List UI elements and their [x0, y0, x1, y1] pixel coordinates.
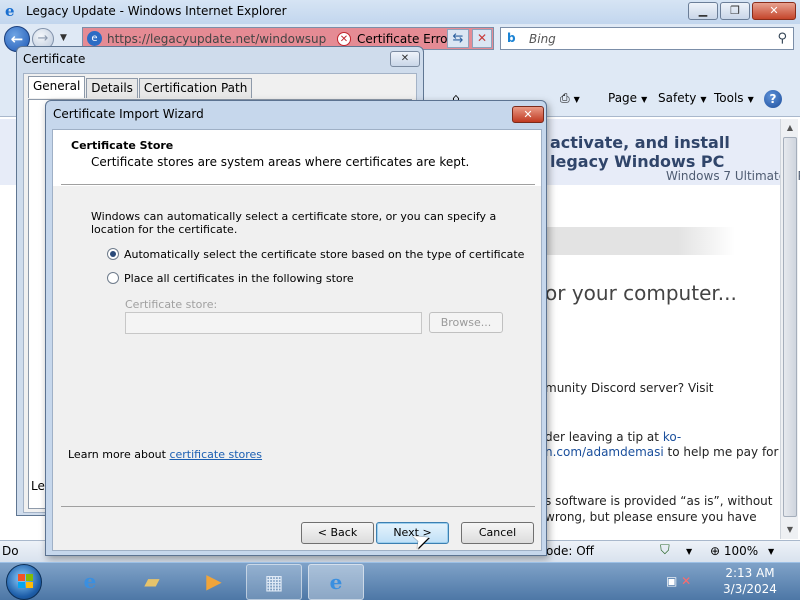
tip-text-suffix: to help me pay for: [663, 445, 779, 459]
search-input[interactable]: Bing: [529, 32, 556, 46]
wizard-close-button[interactable]: ✕: [512, 106, 544, 123]
taskbar-ie-active-icon[interactable]: e: [308, 564, 364, 600]
discord-text: munity Discord server? Visit: [545, 381, 714, 395]
learn-more-prefix: Learn more about: [68, 448, 170, 461]
chevron-down-icon: ▼: [747, 95, 754, 104]
vertical-scrollbar[interactable]: ▲ ▼: [780, 119, 798, 539]
zoom-value: 100%: [723, 544, 759, 558]
section-title: Certificate Store: [71, 139, 174, 152]
wizard-title: Certificate Import Wizard: [53, 107, 204, 121]
wizard-body: Certificate Store Certificate stores are…: [52, 129, 542, 551]
tip-text-line1: der leaving a tip at ko-: [545, 430, 681, 444]
windows-logo-icon: [18, 574, 33, 588]
tab-certification-path[interactable]: Certification Path: [138, 78, 253, 98]
radio-auto-select[interactable]: Automatically select the certificate sto…: [107, 248, 524, 261]
close-button[interactable]: ✕: [752, 2, 796, 20]
certificate-tabs: General Details Certification Path: [28, 76, 253, 100]
page-menu-label: Page: [608, 91, 638, 105]
tools-menu[interactable]: Tools ▼: [714, 91, 754, 105]
page-menu[interactable]: Page ▼: [608, 91, 647, 105]
minimize-button[interactable]: ▁: [688, 2, 718, 20]
certificate-import-wizard: Certificate Import Wizard ✕ Certificate …: [45, 100, 547, 556]
network-icon[interactable]: ▣: [666, 574, 677, 588]
radio-place-in-store[interactable]: Place all certificates in the following …: [107, 272, 354, 285]
cancel-button[interactable]: Cancel: [461, 522, 534, 544]
chevron-down-icon[interactable]: ▼: [686, 547, 692, 556]
volume-muted-icon[interactable]: ✕: [681, 574, 691, 588]
ie-titlebar[interactable]: e Legacy Update - Windows Internet Explo…: [0, 0, 800, 24]
chevron-down-icon: ▼: [700, 95, 707, 104]
loading-strip: [545, 227, 735, 255]
divider: [61, 506, 535, 507]
radio-place-in-store-label: Place all certificates in the following …: [124, 272, 354, 285]
divider: [61, 184, 535, 185]
window-title: Legacy Update - Windows Internet Explore…: [26, 4, 287, 18]
bing-icon: b: [507, 31, 516, 45]
banner-title-line1: activate, and install: [550, 133, 730, 152]
learn-more-text: Learn more about certificate stores: [68, 448, 262, 461]
disclaimer-line1: s software is provided “as is”, without: [545, 494, 773, 508]
tab-details[interactable]: Details: [86, 78, 138, 98]
chevron-down-icon[interactable]: ▼: [768, 547, 774, 556]
status-text: Do: [2, 544, 19, 558]
radio-auto-select-label: Automatically select the certificate sto…: [124, 248, 525, 261]
start-button[interactable]: [6, 564, 42, 600]
search-box[interactable]: b Bing ⚲: [500, 27, 794, 50]
back-wizard-button[interactable]: < Back: [301, 522, 374, 544]
radio-button[interactable]: [107, 272, 119, 284]
zoom-level[interactable]: ⊕ 100%: [710, 544, 758, 558]
caption-buttons: ▁ ❐ ✕: [686, 2, 796, 20]
page-heading: or your computer...: [545, 281, 737, 305]
tools-menu-label: Tools: [714, 91, 744, 105]
ie-icon: e: [5, 2, 15, 20]
refresh-icon[interactable]: ⇆: [447, 29, 469, 48]
certificate-close-button[interactable]: ✕: [390, 51, 420, 67]
radio-button-checked[interactable]: [107, 248, 119, 260]
print-icon[interactable]: ⎙ ▼: [560, 91, 580, 106]
taskbar-control-panel-icon[interactable]: ▦: [246, 564, 302, 600]
tip-text-prefix: der leaving a tip at: [545, 430, 663, 444]
disclaimer-line2: wrong, but please ensure you have: [545, 510, 757, 524]
certificate-error-icon[interactable]: ✕: [337, 32, 351, 46]
certificate-store-label: Certificate store:: [125, 298, 218, 311]
wizard-header: Certificate Store Certificate stores are…: [53, 130, 541, 186]
certificate-stores-link[interactable]: certificate stores: [169, 448, 262, 461]
scroll-up-icon[interactable]: ▲: [783, 121, 797, 135]
browse-button: Browse...: [429, 312, 503, 333]
protected-mode-label: ode: Off: [546, 544, 594, 558]
scroll-down-icon[interactable]: ▼: [783, 523, 797, 537]
chevron-down-icon: ▼: [641, 95, 648, 104]
system-clock[interactable]: 2:13 AM 3/3/2024: [712, 565, 788, 597]
page-icon: e: [87, 31, 102, 46]
certificate-learn-more: Le: [31, 479, 45, 493]
kofi-link[interactable]: ko-: [663, 430, 681, 444]
taskbar-ie-icon[interactable]: e: [62, 564, 118, 600]
certificate-store-field: [125, 312, 422, 334]
taskbar: e ▰ ▶ ▦ e ▣ ✕ 2:13 AM 3/3/2024: [0, 562, 800, 600]
history-dropdown-icon[interactable]: ▼: [60, 33, 67, 43]
certificate-error-label[interactable]: Certificate Error: [357, 32, 452, 46]
safety-menu-label: Safety: [658, 91, 697, 105]
help-icon[interactable]: ?: [764, 90, 782, 108]
tray-icons: ▣ ✕: [666, 574, 691, 588]
tab-general[interactable]: General: [28, 76, 86, 98]
clock-date: 3/3/2024: [723, 582, 777, 596]
scroll-thumb[interactable]: [783, 137, 797, 517]
tip-text-line2: n.com/adamdemasi to help me pay for: [545, 445, 778, 459]
address-text[interactable]: https://legacyupdate.net/windowsupd: [107, 32, 327, 46]
wizard-intro-text: Windows can automatically select a certi…: [91, 210, 497, 236]
safety-filter-icon[interactable]: ⛉: [660, 543, 670, 558]
maximize-button[interactable]: ❐: [720, 2, 750, 20]
certificate-dialog-title: Certificate: [23, 52, 86, 66]
stop-icon[interactable]: ✕: [472, 29, 492, 48]
taskbar-media-player-icon[interactable]: ▶: [186, 564, 242, 600]
search-icon[interactable]: ⚲: [777, 31, 787, 46]
safety-menu[interactable]: Safety ▼: [658, 91, 707, 105]
kofi-link-cont[interactable]: n.com/adamdemasi: [545, 445, 664, 459]
clock-time: 2:13 AM: [725, 566, 775, 580]
section-description: Certificate stores are system areas wher…: [91, 155, 470, 169]
taskbar-folder-icon[interactable]: ▰: [124, 564, 180, 600]
